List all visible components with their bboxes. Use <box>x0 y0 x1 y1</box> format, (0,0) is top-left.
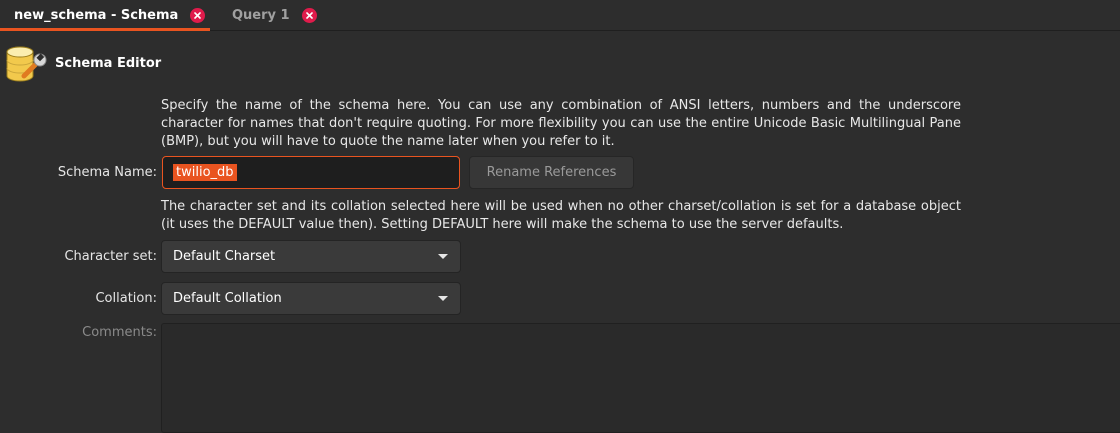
comments-label: Comments: <box>82 325 157 340</box>
chevron-down-icon <box>438 254 448 259</box>
tab-label: Query 1 <box>232 8 290 23</box>
schema-name-description: Specify the name of the schema here. You… <box>161 98 961 149</box>
active-tab-indicator <box>0 28 210 31</box>
tab-new-schema[interactable]: new_schema - Schema <box>0 0 210 31</box>
tab-query-1[interactable]: Query 1 <box>212 0 332 31</box>
schema-name-label: Schema Name: <box>57 165 157 180</box>
page-title: Schema Editor <box>55 56 162 71</box>
rename-references-button[interactable]: Rename References <box>469 156 634 189</box>
character-set-select[interactable]: Default Charset <box>161 240 461 273</box>
tab-bar: new_schema - Schema Query 1 <box>0 0 1120 31</box>
close-icon[interactable] <box>301 8 317 23</box>
schema-name-value: twilio_db <box>173 164 237 181</box>
collation-value: Default Collation <box>173 291 282 306</box>
tab-label: new_schema - Schema <box>14 8 179 23</box>
collation-select[interactable]: Default Collation <box>161 282 461 315</box>
character-set-value: Default Charset <box>173 249 276 264</box>
chevron-down-icon <box>438 296 448 301</box>
close-icon[interactable] <box>190 8 206 23</box>
comments-textarea[interactable] <box>161 323 1120 433</box>
collation-label: Collation: <box>95 291 157 306</box>
schema-name-input[interactable]: twilio_db <box>162 156 460 189</box>
character-set-label: Character set: <box>64 249 157 264</box>
charset-description: The character set and its collation sele… <box>161 199 961 232</box>
database-schema-icon <box>4 42 50 86</box>
